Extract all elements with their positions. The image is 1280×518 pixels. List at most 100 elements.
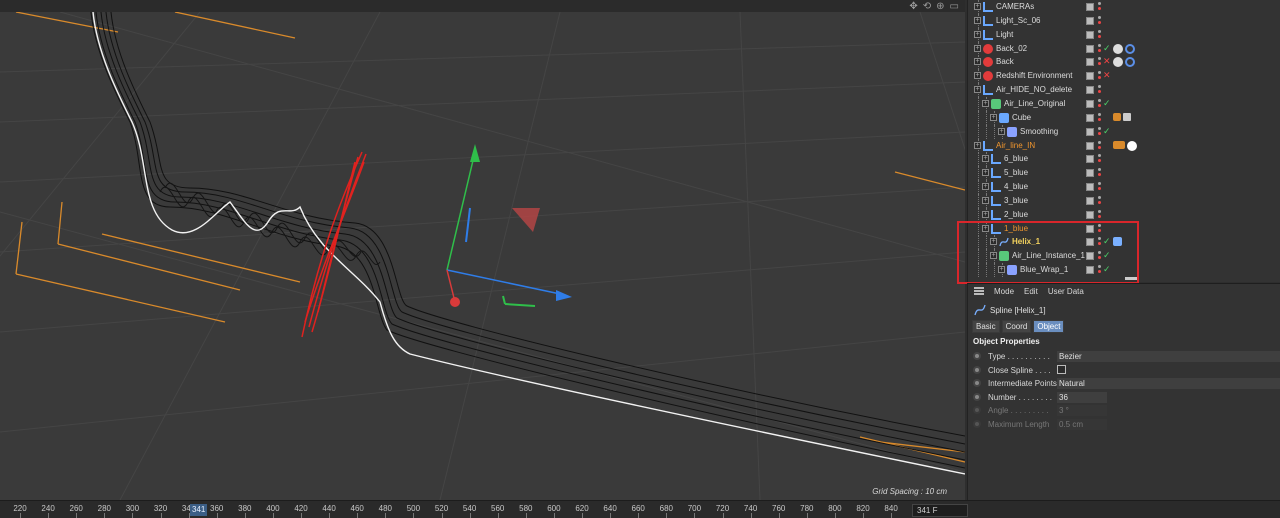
- property-number-field[interactable]: 0.5 cm: [1057, 418, 1107, 430]
- expand-toggle[interactable]: +: [982, 196, 989, 204]
- white-material-tag-icon[interactable]: [1127, 140, 1137, 151]
- expand-toggle[interactable]: +: [998, 127, 1005, 135]
- menu-mode[interactable]: Mode: [994, 287, 1014, 296]
- menu-edit[interactable]: Edit: [1024, 287, 1038, 296]
- enabled-check-icon[interactable]: ✓: [1103, 250, 1111, 261]
- visibility-dots[interactable]: [1098, 85, 1101, 95]
- visibility-dots[interactable]: [1098, 195, 1101, 206]
- object-row[interactable]: + Light_Sc_06: [968, 13, 1280, 28]
- layer-box[interactable]: [1086, 224, 1094, 233]
- viewport-scene[interactable]: [0, 12, 965, 500]
- tab-basic[interactable]: Basic: [972, 320, 1000, 333]
- visibility-dots[interactable]: [1098, 29, 1101, 40]
- visibility-dots[interactable]: [1098, 112, 1101, 123]
- object-row[interactable]: + Air_line_IN: [968, 138, 1280, 153]
- layer-box[interactable]: [1086, 210, 1094, 219]
- timeline[interactable]: 220 240 260 280 300 320 340 360 380 400 420 440 460 4…: [0, 500, 1280, 518]
- object-manager[interactable]: + CAMERAs + Light_Sc_06 + Light + Back_02 ✓ + Back…: [967, 0, 1280, 282]
- object-name[interactable]: 1_blue: [1004, 224, 1028, 233]
- expand-toggle[interactable]: +: [974, 16, 981, 24]
- object-row[interactable]: + Smoothing ✓: [968, 124, 1280, 139]
- layer-box[interactable]: [1086, 155, 1094, 164]
- property-dropdown[interactable]: Natural: [1057, 378, 1280, 389]
- expand-toggle[interactable]: +: [974, 141, 981, 149]
- layer-box[interactable]: [1086, 266, 1094, 275]
- animate-radio-icon[interactable]: [973, 379, 981, 387]
- current-frame-field[interactable]: 341 F: [912, 504, 968, 517]
- visibility-dots[interactable]: [1098, 265, 1101, 275]
- object-name[interactable]: Helix_1: [1012, 237, 1040, 246]
- expand-toggle[interactable]: +: [982, 210, 989, 218]
- expand-toggle[interactable]: +: [974, 58, 981, 66]
- object-name[interactable]: 3_blue: [1004, 196, 1028, 205]
- object-row[interactable]: + CAMERAs: [968, 0, 1280, 14]
- expand-toggle[interactable]: +: [982, 155, 989, 163]
- expand-toggle[interactable]: +: [990, 238, 997, 246]
- object-name[interactable]: Air_line_IN: [996, 141, 1035, 150]
- visibility-dots[interactable]: [1098, 209, 1101, 220]
- animate-radio-icon[interactable]: [973, 419, 981, 428]
- object-name[interactable]: CAMERAs: [996, 2, 1034, 11]
- object-row[interactable]: + Blue_Wrap_1 ✓: [968, 263, 1280, 278]
- object-name[interactable]: Air_Line_Instance_1: [1012, 251, 1085, 260]
- enabled-check-icon[interactable]: ✓: [1103, 126, 1111, 137]
- layer-box[interactable]: [1086, 86, 1094, 95]
- material-tag-icon[interactable]: [1113, 43, 1123, 54]
- animate-radio-icon[interactable]: [973, 365, 981, 374]
- rotate-view-icon[interactable]: ⟲: [923, 1, 931, 12]
- tab-coord[interactable]: Coord: [1001, 320, 1032, 333]
- object-row[interactable]: +1_blue: [968, 221, 1280, 236]
- visibility-dots[interactable]: [1098, 15, 1101, 26]
- object-row[interactable]: +4_blue: [968, 180, 1280, 195]
- zoom-view-icon[interactable]: ⊕: [936, 1, 944, 12]
- object-name[interactable]: 5_blue: [1004, 168, 1028, 177]
- layer-box[interactable]: [1086, 169, 1094, 178]
- toggle-view-icon[interactable]: ▭: [950, 1, 959, 12]
- timeline-ruler[interactable]: 220 240 260 280 300 320 340 360 380 400 420 440 460 4…: [0, 501, 905, 518]
- layer-box[interactable]: [1086, 30, 1094, 39]
- layer-box[interactable]: [1086, 141, 1094, 150]
- object-name[interactable]: Light: [996, 30, 1013, 39]
- object-row[interactable]: +5_blue: [968, 166, 1280, 181]
- visibility-dots[interactable]: [1098, 182, 1101, 192]
- object-row[interactable]: + Cube: [968, 110, 1280, 125]
- object-name[interactable]: 2_blue: [1004, 210, 1028, 219]
- object-row[interactable]: + Redshift Environment ✕: [968, 69, 1280, 84]
- object-row[interactable]: +3_blue: [968, 193, 1280, 208]
- object-row[interactable]: + Helix_1 ✓: [968, 235, 1280, 250]
- helix-spline-red[interactable]: [301, 151, 367, 338]
- property-number-field[interactable]: 3 °: [1057, 405, 1107, 416]
- object-row[interactable]: + Back_02 ✓: [968, 41, 1280, 56]
- property-number-field[interactable]: 36: [1057, 391, 1107, 403]
- visibility-dots[interactable]: [1098, 43, 1101, 54]
- expand-toggle[interactable]: +: [982, 99, 989, 107]
- close-spline-checkbox[interactable]: [1057, 364, 1066, 374]
- layer-box[interactable]: [1086, 99, 1094, 108]
- expand-toggle[interactable]: +: [990, 113, 997, 121]
- visibility-dots[interactable]: [1098, 154, 1101, 164]
- animate-radio-icon[interactable]: [973, 392, 981, 401]
- visibility-dots[interactable]: [1098, 251, 1101, 261]
- layer-box[interactable]: [1086, 72, 1094, 81]
- object-name[interactable]: Redshift Environment: [996, 71, 1072, 80]
- visibility-dots[interactable]: [1098, 2, 1101, 12]
- visibility-dots[interactable]: [1098, 223, 1101, 234]
- tab-object[interactable]: Object: [1033, 320, 1065, 333]
- layer-box[interactable]: [1086, 58, 1094, 67]
- animate-radio-icon[interactable]: [973, 406, 981, 414]
- object-row[interactable]: +2_blue: [968, 207, 1280, 222]
- object-row[interactable]: + Air_Line_Original ✓: [968, 96, 1280, 111]
- layer-box[interactable]: [1086, 16, 1094, 25]
- target-tag-icon[interactable]: [1125, 43, 1135, 54]
- expand-toggle[interactable]: +: [998, 266, 1005, 274]
- object-name[interactable]: 6_blue: [1004, 154, 1028, 163]
- target-tag-icon[interactable]: [1125, 57, 1135, 68]
- dots-tag-icon[interactable]: [1113, 112, 1121, 121]
- visibility-dots[interactable]: [1098, 140, 1101, 151]
- visibility-dots[interactable]: [1098, 57, 1101, 67]
- layer-box[interactable]: [1086, 113, 1094, 122]
- menu-icon[interactable]: [974, 287, 984, 295]
- object-name[interactable]: 4_blue: [1004, 182, 1028, 191]
- object-name[interactable]: Cube: [1012, 113, 1031, 122]
- expand-toggle[interactable]: +: [982, 183, 989, 191]
